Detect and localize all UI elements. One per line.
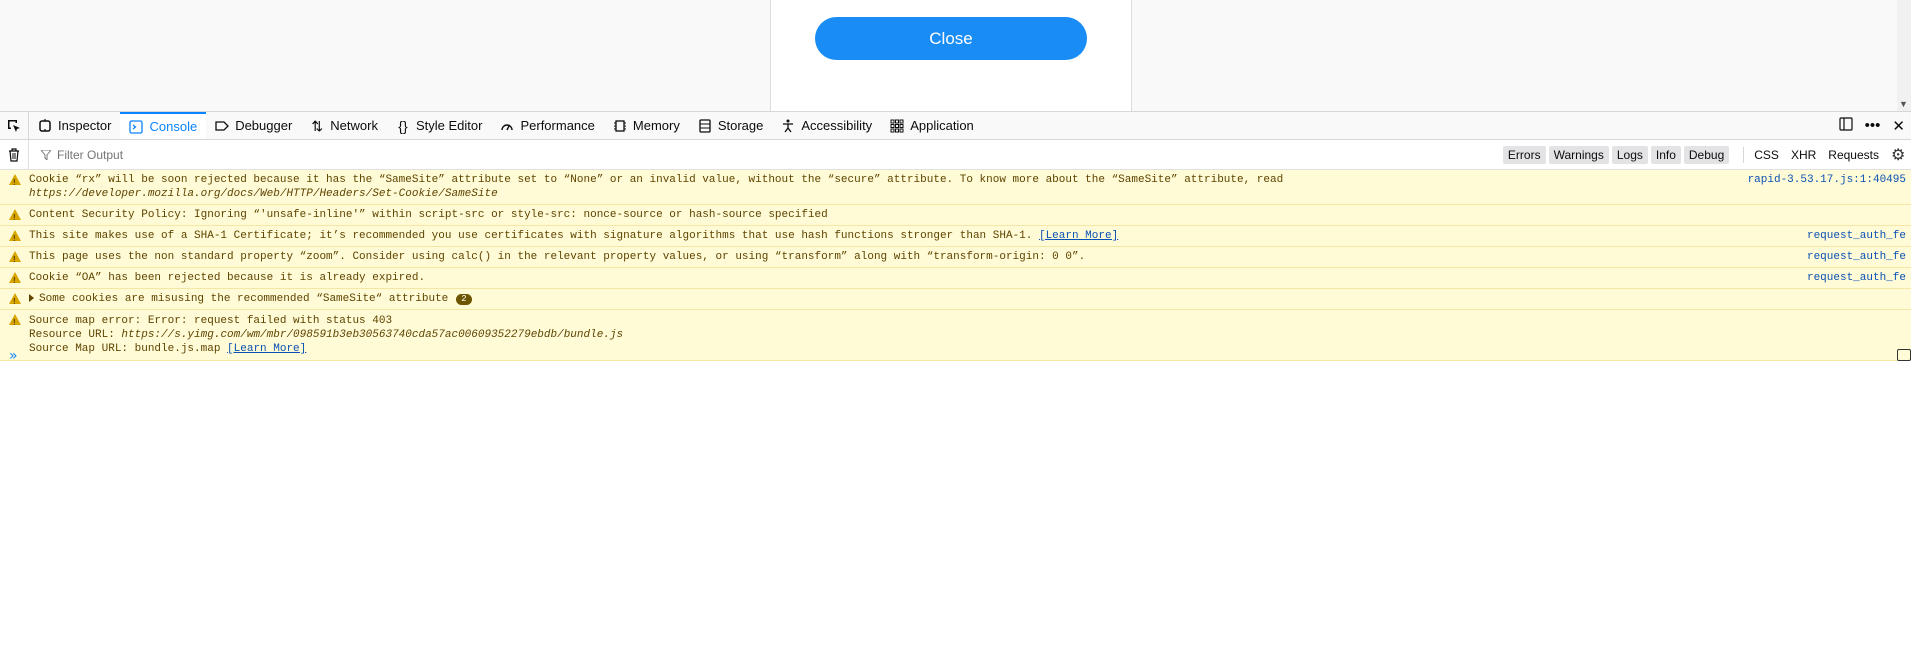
console-message-warning: This site makes use of a SHA-1 Certifica… — [0, 226, 1911, 247]
filter-debug-button[interactable]: Debug — [1683, 145, 1730, 164]
console-message-warning: Cookie “OA” has been rejected because it… — [0, 268, 1911, 289]
console-messages: Cookie “rx” will be soon rejected becaus… — [0, 170, 1911, 361]
tab-inspector[interactable]: Inspector — [29, 112, 120, 139]
filter-output-input[interactable] — [55, 146, 359, 163]
tab-style-editor[interactable]: {} Style Editor — [387, 112, 491, 139]
resource-url: https://s.yimg.com/wm/mbr/098591b3eb3056… — [121, 329, 624, 341]
filter-icon — [41, 149, 51, 160]
request-filters: CSS XHR Requests — [1754, 148, 1879, 162]
prompt-chevron-icon: » — [9, 348, 18, 364]
console-message-group[interactable]: Some cookies are misusing the recommende… — [0, 289, 1911, 310]
filter-warnings-button[interactable]: Warnings — [1548, 145, 1609, 164]
console-toolbar: Errors Warnings Logs Info Debug CSS XHR … — [0, 140, 1911, 170]
warning-icon — [9, 230, 21, 246]
message-url: https://developer.mozilla.org/docs/Web/H… — [29, 188, 498, 200]
tab-label: Debugger — [235, 118, 293, 133]
tab-storage[interactable]: Storage — [689, 112, 773, 139]
close-devtools-icon[interactable]: ✕ — [1892, 117, 1905, 135]
tab-console[interactable]: Console — [120, 112, 207, 139]
console-icon — [128, 119, 144, 134]
warning-icon — [9, 293, 21, 309]
tab-label: Accessibility — [801, 118, 873, 133]
console-input-prompt[interactable]: » — [0, 346, 1911, 366]
resource-url-label: Resource URL: — [29, 329, 122, 341]
trash-icon — [9, 147, 19, 162]
devtools-toolbar: Inspector Console Debugger ⇅ Network {} … — [0, 111, 1911, 140]
toolbar-divider — [1743, 146, 1745, 163]
filter-requests-button[interactable]: Requests — [1828, 148, 1879, 162]
tab-debugger[interactable]: Debugger — [206, 112, 301, 139]
message-text: Cookie “rx” will be soon rejected becaus… — [29, 174, 1284, 186]
tab-label: Memory — [632, 118, 680, 133]
dock-split-icon[interactable] — [1839, 116, 1853, 135]
warning-icon — [9, 174, 21, 190]
resource-url-line: Resource URL: https://s.yimg.com/wm/mbr/… — [29, 328, 1651, 342]
learn-more-link[interactable]: [Learn More] — [1039, 230, 1118, 242]
tab-label: Application — [910, 118, 974, 133]
network-icon: ⇅ — [311, 117, 324, 134]
page-card: Close — [770, 0, 1132, 111]
filter-xhr-button[interactable]: XHR — [1791, 148, 1816, 162]
message-source-link[interactable]: request_auth_fe — [1807, 250, 1906, 264]
application-icon — [889, 119, 905, 133]
filter-errors-button[interactable]: Errors — [1502, 145, 1546, 164]
performance-icon — [499, 119, 515, 133]
filter-css-button[interactable]: CSS — [1754, 148, 1779, 162]
tab-label: Style Editor — [415, 118, 483, 133]
devtools-window-controls: ••• ✕ — [1839, 112, 1911, 139]
tab-application[interactable]: Application — [881, 112, 983, 139]
element-picker-button[interactable] — [0, 112, 29, 139]
log-level-filters: Errors Warnings Logs Info Debug — [1502, 145, 1730, 164]
message-text: This page uses the non standard property… — [29, 251, 1086, 263]
message-source-link[interactable]: request_auth_fe — [1807, 271, 1906, 285]
console-message-warning: Cookie “rx” will be soon rejected becaus… — [0, 170, 1911, 205]
tab-accessibility[interactable]: Accessibility — [772, 112, 881, 139]
message-text: This site makes use of a SHA-1 Certifica… — [29, 230, 1039, 242]
tab-label: Console — [149, 119, 198, 134]
tab-memory[interactable]: Memory — [604, 112, 689, 139]
editor-mode-toggle-icon[interactable] — [1897, 349, 1911, 361]
clear-console-button[interactable] — [0, 140, 29, 169]
memory-icon — [612, 119, 628, 133]
style-editor-icon: {} — [398, 117, 408, 134]
tab-label: Storage — [717, 118, 764, 133]
expand-triangle-icon[interactable] — [29, 294, 34, 303]
page-scrollbar[interactable]: ▼ — [1897, 0, 1911, 111]
scroll-down-arrow-icon[interactable]: ▼ — [1899, 99, 1908, 109]
warning-icon — [9, 251, 21, 267]
element-picker-icon — [8, 119, 20, 132]
message-text: Some cookies are misusing the recommende… — [39, 293, 449, 305]
console-message-warning: Content Security Policy: Ignoring “'unsa… — [0, 205, 1911, 226]
message-source-link[interactable]: request_auth_fe — [1807, 229, 1906, 243]
close-button[interactable]: Close — [815, 17, 1087, 60]
tab-network[interactable]: ⇅ Network — [301, 112, 387, 139]
warning-icon — [9, 209, 21, 225]
tab-label: Performance — [520, 118, 595, 133]
tab-performance[interactable]: Performance — [491, 112, 603, 139]
debugger-icon — [214, 119, 230, 133]
tab-label: Inspector — [58, 118, 112, 133]
message-text: Content Security Policy: Ignoring “'unsa… — [29, 209, 828, 221]
filter-info-button[interactable]: Info — [1650, 145, 1681, 164]
storage-icon — [697, 118, 713, 133]
tab-label: Network — [330, 118, 378, 133]
page-viewport: Close ▼ — [0, 0, 1911, 111]
console-message-warning: This page uses the non standard property… — [0, 247, 1911, 268]
repeat-count-badge: 2 — [456, 294, 472, 305]
accessibility-icon — [780, 119, 796, 133]
message-source-link[interactable]: rapid-3.53.17.js:1:40495 — [1748, 173, 1906, 187]
filter-area — [29, 146, 1503, 163]
message-text: Source map error: Error: request failed … — [29, 315, 393, 327]
message-text: Cookie “OA” has been rejected because it… — [29, 272, 426, 284]
console-settings-gear-icon[interactable]: ⚙ — [1891, 145, 1911, 165]
warning-icon — [9, 272, 21, 288]
more-options-icon[interactable]: ••• — [1865, 117, 1881, 134]
filter-logs-button[interactable]: Logs — [1611, 145, 1648, 164]
inspector-icon — [37, 118, 53, 133]
warning-icon — [9, 314, 21, 330]
